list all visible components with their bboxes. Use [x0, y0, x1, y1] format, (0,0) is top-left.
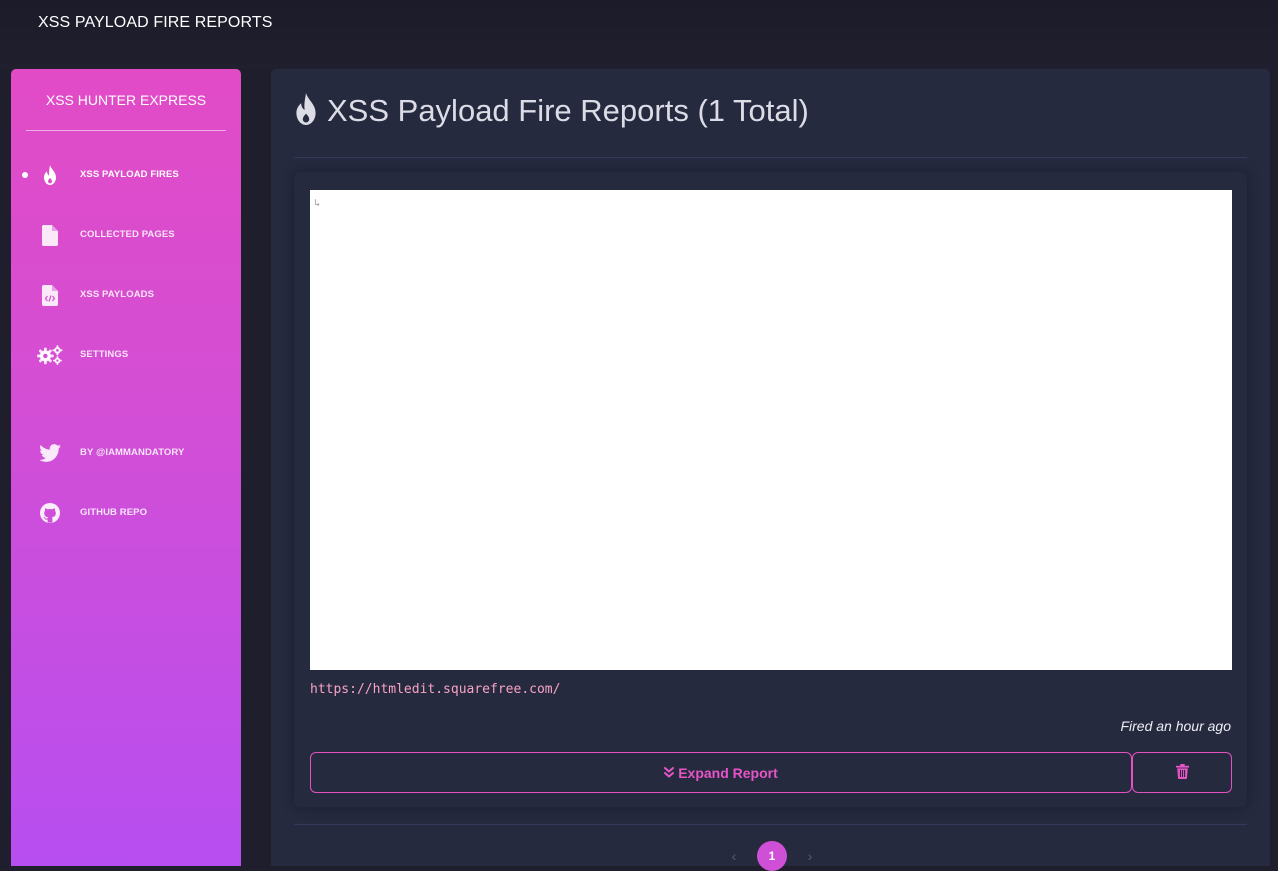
trash-icon	[1175, 763, 1189, 782]
top-bar-title: XSS PAYLOAD FIRE REPORTS	[38, 14, 273, 31]
twitter-icon	[37, 441, 63, 465]
file-code-icon	[37, 283, 63, 307]
sidebar-item-label: BY @IAMMANDATORY	[80, 447, 185, 458]
sidebar-item-twitter[interactable]: BY @IAMMANDATORY	[11, 435, 241, 471]
sidebar-item-label: XSS PAYLOADS	[80, 289, 155, 300]
sidebar-item-label: COLLECTED PAGES	[80, 229, 175, 240]
fire-icon	[293, 92, 319, 130]
sidebar-divider	[26, 130, 226, 131]
top-bar: XSS PAYLOAD FIRE REPORTS	[0, 0, 1278, 69]
sidebar-item-xss-payload-fires[interactable]: XSS PAYLOAD FIRES	[11, 157, 241, 193]
gears-icon	[37, 343, 63, 367]
sidebar: XSS HUNTER EXPRESS XSS PAYLOAD FIRES COL…	[11, 69, 241, 866]
report-card: ↳ https://htmledit.squarefree.com/ Fired…	[294, 172, 1247, 807]
cursor-glyph: ↳	[314, 198, 321, 209]
sidebar-item-settings[interactable]: SETTINGS	[11, 337, 241, 373]
main-panel: XSS Payload Fire Reports (1 Total) ↳ htt…	[271, 69, 1270, 871]
pagination: ‹ 1 ›	[723, 841, 821, 871]
report-url: https://htmledit.squarefree.com/	[310, 682, 561, 697]
pagination-page-current[interactable]: 1	[757, 841, 787, 871]
pagination-next[interactable]: ›	[799, 848, 821, 864]
sidebar-item-collected-pages[interactable]: COLLECTED PAGES	[11, 217, 241, 253]
page-header: XSS Payload Fire Reports (1 Total)	[293, 89, 809, 133]
active-indicator	[22, 172, 28, 178]
footer-divider	[294, 824, 1247, 825]
expand-report-label: Expand Report	[678, 764, 778, 781]
sidebar-item-label: GITHUB REPO	[80, 507, 148, 518]
pagination-prev[interactable]: ‹	[723, 848, 745, 864]
fire-icon	[37, 163, 63, 187]
header-divider	[294, 157, 1247, 158]
expand-report-button[interactable]: Expand Report	[310, 752, 1132, 793]
report-screenshot[interactable]: ↳	[310, 190, 1232, 670]
page-title: XSS Payload Fire Reports (1 Total)	[327, 93, 809, 128]
github-icon	[37, 501, 63, 525]
fired-timestamp: Fired an hour ago	[1120, 718, 1231, 734]
file-icon	[37, 223, 63, 247]
sidebar-brand[interactable]: XSS HUNTER EXPRESS	[11, 92, 241, 108]
sidebar-item-label: XSS PAYLOAD FIRES	[80, 169, 179, 180]
sidebar-item-label: SETTINGS	[80, 349, 129, 360]
delete-report-button[interactable]	[1132, 752, 1232, 793]
sidebar-item-github[interactable]: GITHUB REPO	[11, 495, 241, 531]
sidebar-item-xss-payloads[interactable]: XSS PAYLOADS	[11, 277, 241, 313]
chevrons-down-icon	[664, 767, 675, 778]
